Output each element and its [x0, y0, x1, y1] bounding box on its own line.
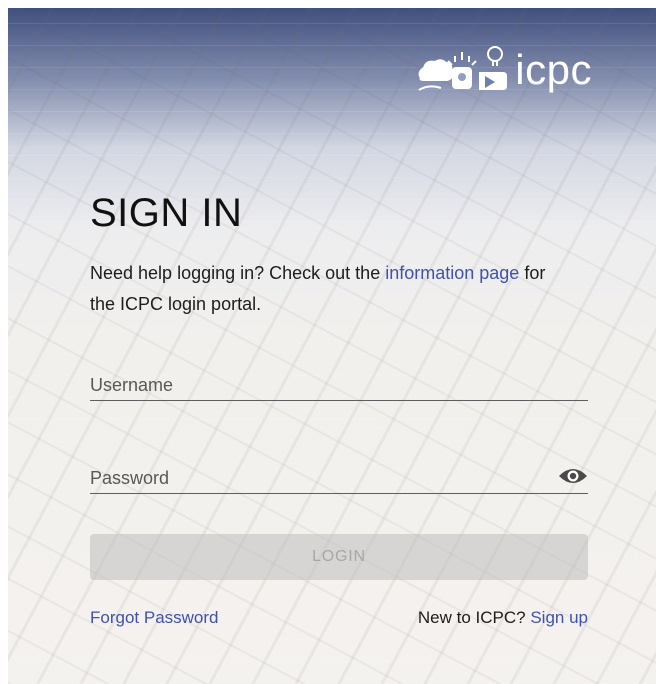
- password-input[interactable]: [90, 468, 550, 489]
- login-button[interactable]: LOGIN: [90, 534, 588, 580]
- icpc-logo: icpc: [415, 44, 592, 96]
- forgot-password-link[interactable]: Forgot Password: [90, 608, 219, 628]
- signup-prompt: New to ICPC? Sign up: [418, 608, 588, 628]
- new-to-icpc-text: New to ICPC?: [417, 608, 526, 627]
- background-photo: [8, 8, 656, 684]
- sign-up-link[interactable]: Sign up: [530, 608, 588, 627]
- help-text: Need help logging in? Check out the info…: [90, 258, 560, 320]
- username-input[interactable]: [90, 375, 550, 396]
- information-page-link[interactable]: information page: [385, 263, 519, 283]
- eye-icon[interactable]: [558, 465, 588, 487]
- icpc-logo-icon: [418, 46, 508, 91]
- password-field-container: [90, 451, 588, 494]
- page-title: SIGN IN: [90, 191, 243, 235]
- help-prefix: Need help logging in? Check out the: [90, 263, 381, 283]
- logo-text: icpc: [515, 46, 592, 93]
- signin-card: icpc SIGN IN Need help logging in? Check…: [8, 8, 656, 684]
- username-field-container: [90, 358, 588, 401]
